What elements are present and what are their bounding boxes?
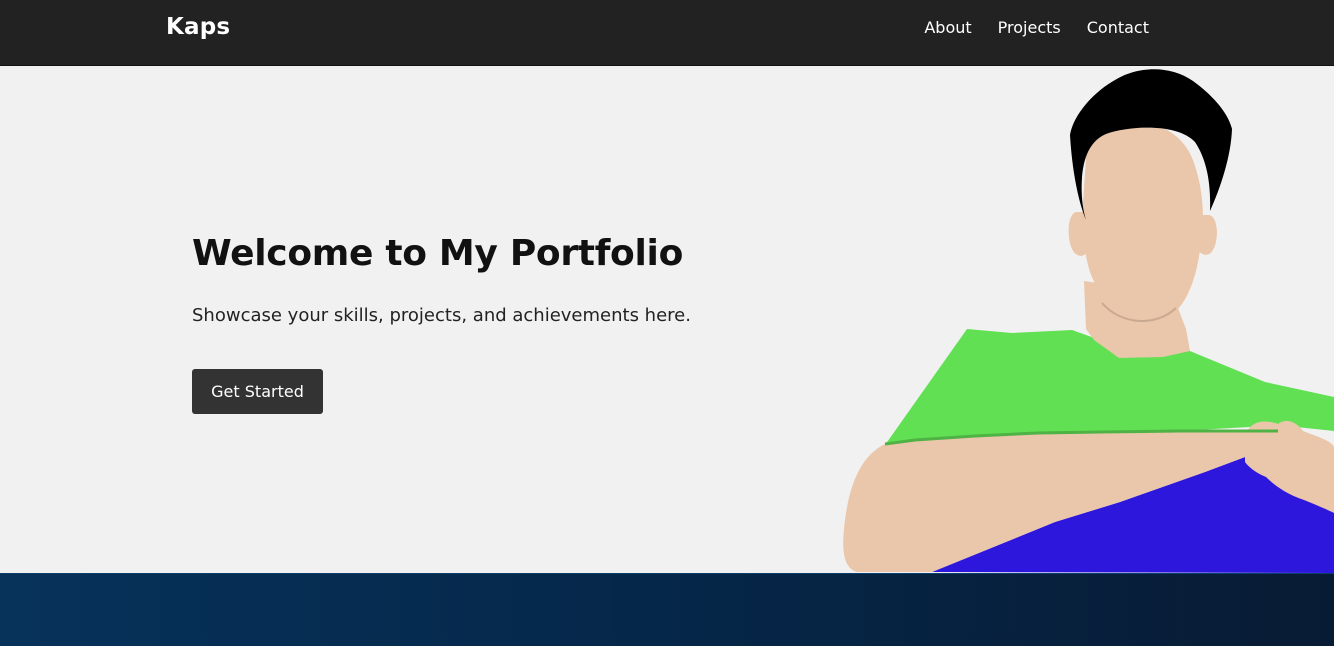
person-illustration [843, 69, 1334, 573]
nav-link-projects[interactable]: Projects [998, 18, 1061, 37]
brand-logo[interactable]: Kaps [166, 14, 230, 40]
nav-links: About Projects Contact [924, 18, 1149, 37]
nav-link-about[interactable]: About [924, 18, 971, 37]
hero-section: Welcome to My Portfolio Showcase your sk… [0, 67, 1334, 573]
face-shape [1082, 121, 1203, 321]
hero-title: Welcome to My Portfolio [192, 233, 684, 274]
nav-link-contact[interactable]: Contact [1087, 18, 1149, 37]
next-section-background [0, 573, 1334, 646]
navbar: Kaps About Projects Contact [0, 0, 1334, 66]
get-started-button[interactable]: Get Started [192, 369, 323, 414]
person-figure [843, 69, 1334, 573]
hero-subtitle: Showcase your skills, projects, and achi… [192, 305, 691, 326]
